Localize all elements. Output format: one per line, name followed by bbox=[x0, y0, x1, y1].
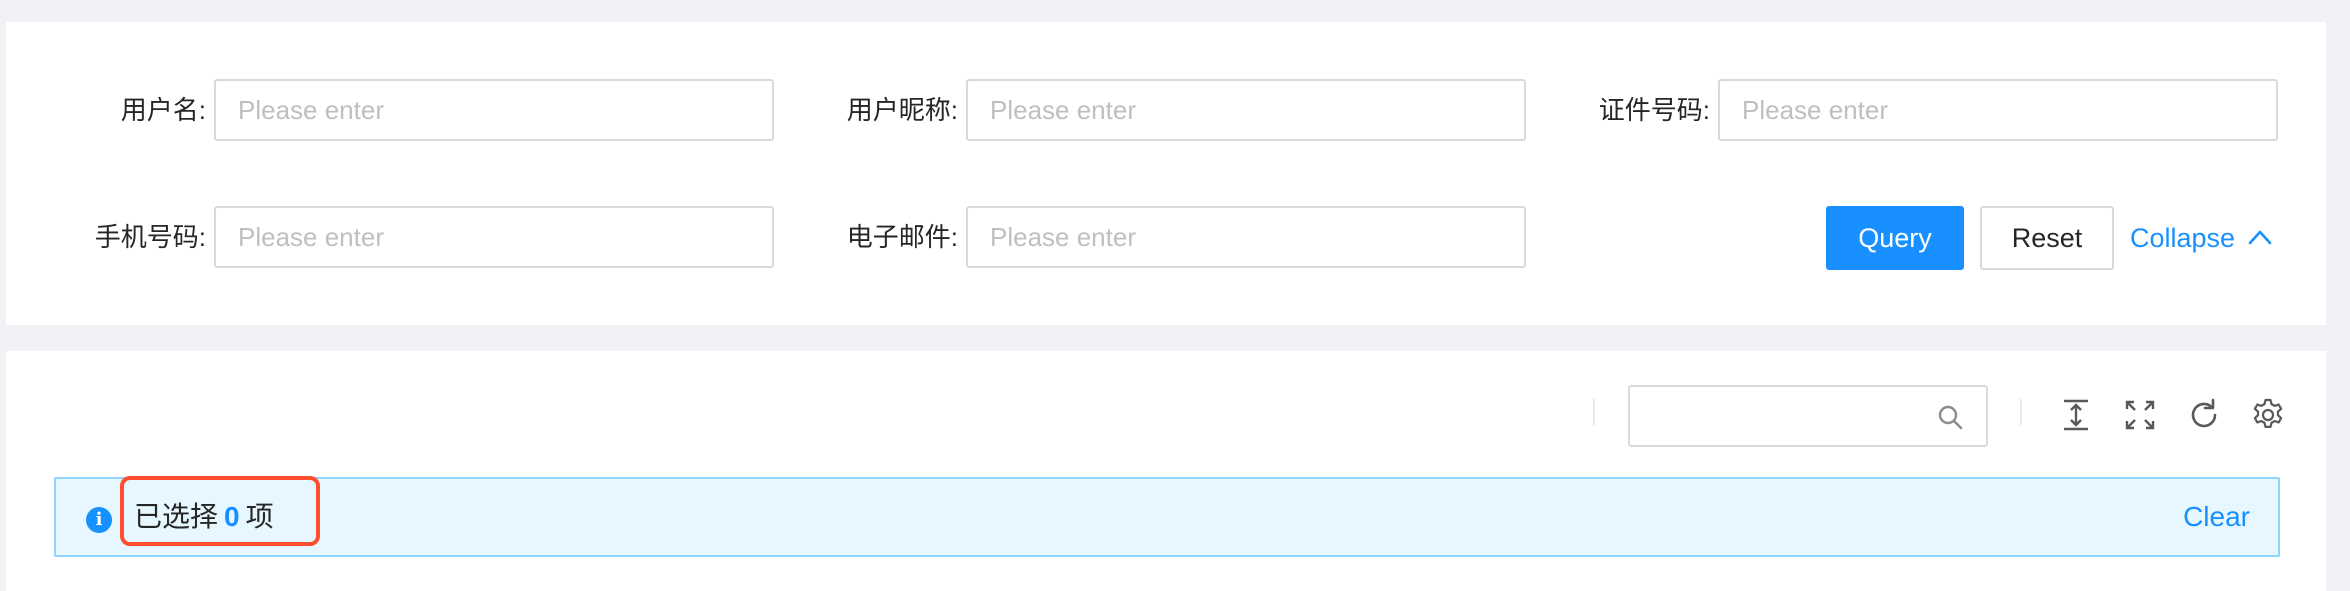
clear-selection-link[interactable]: Clear bbox=[2183, 479, 2250, 555]
setting-icon[interactable] bbox=[2250, 397, 2286, 433]
selection-prefix: 已选择 bbox=[134, 501, 219, 532]
reset-button[interactable]: Reset bbox=[1980, 206, 2114, 270]
nickname-input[interactable] bbox=[966, 79, 1526, 141]
collapse-label: Collapse bbox=[2130, 222, 2236, 253]
collapse-link[interactable]: Collapse bbox=[2130, 206, 2273, 270]
selection-suffix: 项 bbox=[245, 501, 274, 532]
username-input[interactable] bbox=[214, 79, 774, 141]
selection-count: 0 bbox=[224, 501, 240, 532]
search-form-panel: 用户名: 用户昵称: 证件号码: 手机号码: 电子邮件: Query Reset… bbox=[6, 22, 2326, 325]
selection-summary: 已选择 0 项 bbox=[134, 479, 274, 555]
id-number-input[interactable] bbox=[1718, 79, 2278, 141]
toolbar-divider bbox=[2020, 399, 2022, 425]
table-search-box[interactable] bbox=[1628, 385, 1988, 447]
email-label: 电子邮件: bbox=[846, 222, 958, 252]
column-height-icon[interactable] bbox=[2058, 397, 2094, 433]
toolbar-divider bbox=[1593, 399, 1595, 425]
query-button[interactable]: Query bbox=[1826, 206, 1964, 270]
email-input[interactable] bbox=[966, 206, 1526, 268]
phone-input[interactable] bbox=[214, 206, 774, 268]
info-icon: i bbox=[86, 507, 112, 533]
chevron-up-icon bbox=[2248, 230, 2272, 245]
fullscreen-icon[interactable] bbox=[2122, 397, 2158, 433]
search-icon[interactable] bbox=[1936, 403, 1964, 431]
table-search-input[interactable] bbox=[1630, 387, 1930, 445]
reload-icon[interactable] bbox=[2186, 397, 2222, 433]
nickname-label: 用户昵称: bbox=[846, 95, 958, 125]
selection-alert: i 已选择 0 项 Clear bbox=[54, 476, 2280, 557]
phone-label: 手机号码: bbox=[94, 222, 206, 252]
id-number-label: 证件号码: bbox=[1598, 95, 1710, 125]
username-label: 用户名: bbox=[120, 95, 206, 125]
table-panel: i 已选择 0 项 Clear bbox=[6, 351, 2326, 591]
